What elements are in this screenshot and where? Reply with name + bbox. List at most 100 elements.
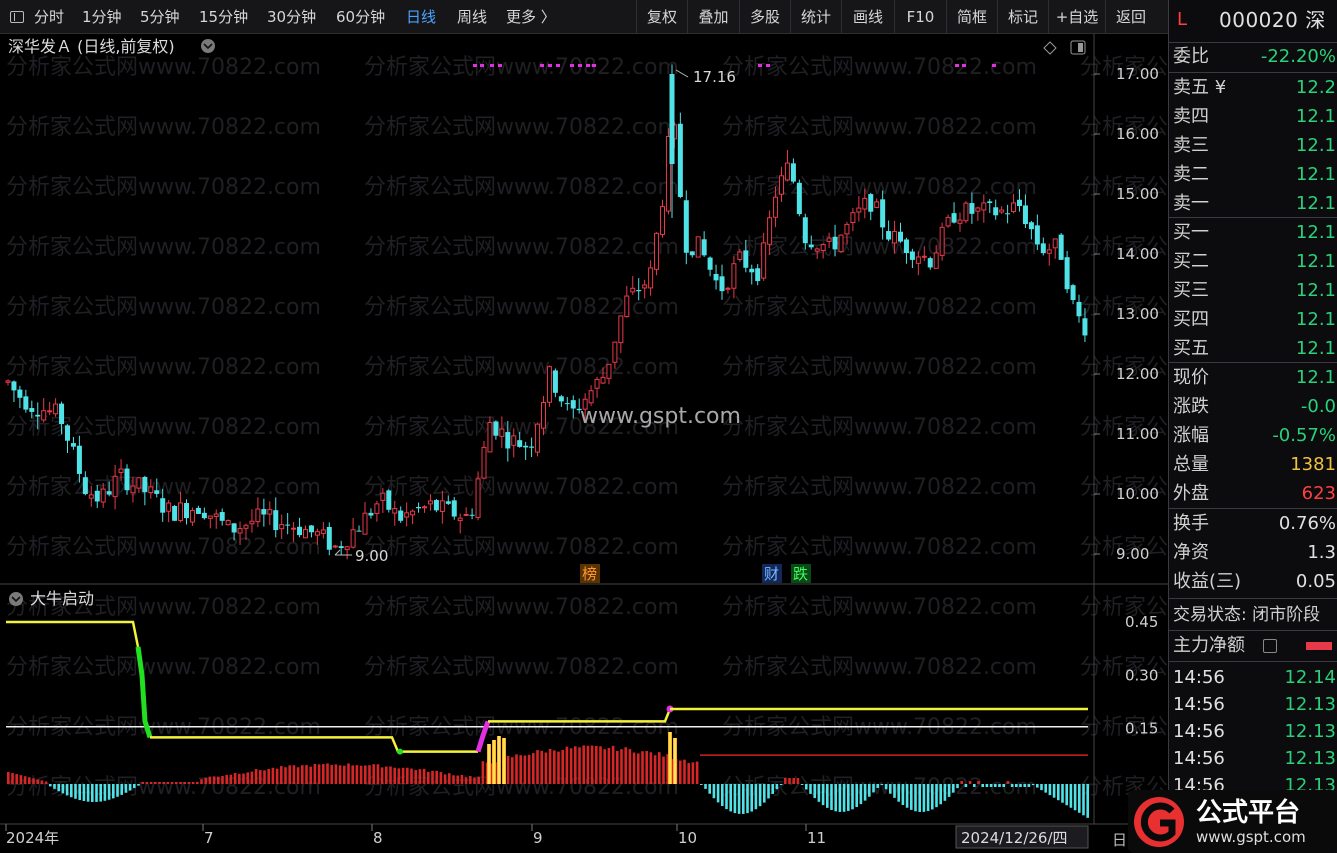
back-button[interactable]: 返回 (1106, 0, 1156, 34)
candle (374, 500, 380, 522)
histogram-bar (847, 784, 850, 811)
candle (689, 251, 695, 258)
diamond-icon[interactable] (1043, 41, 1057, 55)
histogram-bar (649, 752, 653, 784)
histogram-bar (905, 784, 909, 808)
candle (850, 208, 856, 232)
histogram-bar (271, 767, 275, 784)
histogram-bar (19, 775, 23, 784)
period-more-menu[interactable]: 更多 〉 (506, 0, 636, 34)
histogram-bar (851, 784, 854, 810)
period-tab-5min[interactable]: 5分钟 (140, 0, 199, 34)
histogram-bar (225, 774, 228, 784)
indicator-name: 大牛启动 (30, 589, 94, 608)
candle (552, 368, 558, 398)
histogram-bar (452, 775, 455, 784)
histogram-bar (49, 784, 52, 787)
indicator-dropdown-icon[interactable] (9, 592, 23, 606)
stock-code[interactable]: 000020 深 (1219, 6, 1326, 34)
candle (469, 508, 475, 520)
draw-line-button[interactable]: 画线 (842, 0, 894, 34)
candle (1064, 250, 1070, 294)
histogram-bar (519, 755, 522, 784)
histogram-bar (1031, 784, 1035, 786)
candle (648, 260, 654, 296)
list-icon[interactable] (1263, 639, 1277, 653)
histogram-bar (86, 784, 90, 802)
svg-text:跌: 跌 (793, 565, 808, 583)
candle (939, 222, 945, 261)
green-dot (397, 748, 403, 755)
signal-dot (480, 64, 484, 67)
histogram-bar (1078, 784, 1081, 813)
stats-row: 外盘 623 (1169, 480, 1337, 508)
mark-button[interactable]: 标记 (998, 0, 1048, 34)
histogram-bar (784, 778, 787, 784)
candlestick-chart[interactable]: 分析家公式网www.70822.com 分析家公式网www.70822.com 分析… (0, 34, 1168, 853)
candle (660, 199, 665, 238)
histogram-bar (926, 784, 930, 812)
watermark-text: 分析家公式网www.70822.com (364, 655, 679, 680)
market-flag: L (1177, 9, 1188, 30)
period-tab-daily[interactable]: 日线 (406, 0, 457, 34)
histogram-bar (721, 784, 724, 807)
statistics-button[interactable]: 统计 (791, 0, 841, 34)
f10-button[interactable]: F10 (895, 0, 946, 34)
histogram-bar (481, 761, 485, 784)
candle (868, 192, 874, 221)
histogram-bar (389, 766, 392, 784)
histogram-bar (250, 771, 254, 784)
histogram-bar (973, 784, 976, 787)
overlay-button[interactable]: 叠加 (688, 0, 739, 34)
main-flow-row[interactable]: 主力净额 (1169, 632, 1337, 660)
histogram-bar (406, 767, 409, 784)
candle (624, 285, 630, 318)
center-watermark: www.gspt.com (580, 404, 741, 429)
histogram-bar (473, 777, 476, 784)
histogram-bar (574, 746, 577, 784)
candle (189, 507, 195, 526)
watermark-text: 分析家公式网www.70822.com (6, 415, 321, 440)
candle (261, 498, 267, 527)
period-tab-30min[interactable]: 30分钟 (267, 0, 336, 34)
add-watchlist-button[interactable]: +自选 (1049, 0, 1105, 34)
watermark-text: 分析家公式网www.70822.com (364, 295, 679, 320)
signal-dot (962, 64, 966, 67)
histogram-bar (960, 781, 963, 784)
candle (588, 385, 594, 406)
candle (677, 112, 683, 199)
candle (219, 508, 225, 526)
histogram-bar (758, 784, 762, 807)
panel-toggle-icon[interactable] (0, 0, 34, 34)
multi-stock-button[interactable]: 多股 (740, 0, 790, 34)
histogram-bar (128, 784, 132, 791)
period-tab-weekly[interactable]: 周线 (457, 0, 506, 34)
period-tab-1min[interactable]: 1分钟 (82, 0, 140, 34)
candle (344, 545, 350, 560)
candle (166, 499, 172, 523)
candle (386, 489, 392, 513)
histogram-bar (1086, 784, 1089, 818)
histogram-bar (296, 767, 300, 784)
histogram-bar (943, 784, 947, 801)
candle (41, 398, 47, 423)
histogram-bar (641, 751, 644, 784)
tick-row: 14:56 12.14 (1169, 664, 1337, 692)
period-tab-fenshi[interactable]: 分时 (34, 0, 82, 34)
asks-row: 卖四 12.1 (1169, 103, 1337, 131)
histogram-bar (729, 784, 732, 812)
signal-dot (548, 64, 552, 67)
period-tab-60min[interactable]: 60分钟 (336, 0, 406, 34)
histogram-bar (326, 763, 329, 784)
histogram-bar (628, 749, 632, 784)
period-tab-15min[interactable]: 15分钟 (199, 0, 267, 34)
fuquan-button[interactable]: 复权 (637, 0, 687, 34)
watermark-text: 分析家公式网www.70822.com (364, 535, 679, 560)
histogram-bar (1006, 781, 1010, 784)
title-dropdown-icon[interactable] (201, 39, 215, 53)
row-label: 卖四 (1173, 106, 1209, 127)
simple-frame-button[interactable]: 简框 (947, 0, 997, 34)
histogram-bar (91, 784, 94, 802)
histogram-bar (1027, 784, 1031, 787)
bids-row: 买二 12.1 (1169, 248, 1337, 276)
